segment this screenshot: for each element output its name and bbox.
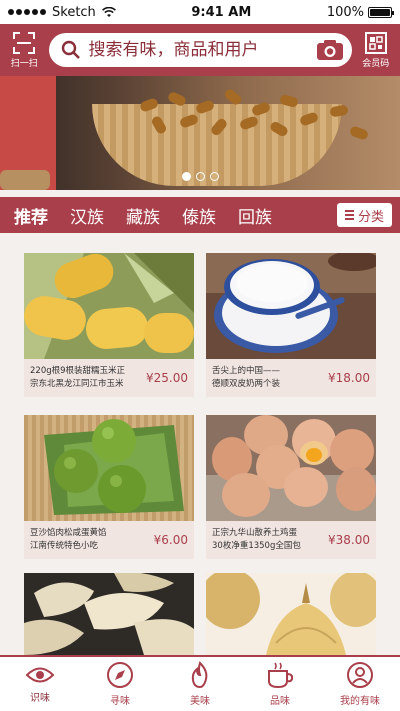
wifi-icon	[101, 6, 116, 17]
qrcode-icon	[364, 31, 387, 54]
raisin-image	[348, 125, 370, 141]
product-image-dried-figs	[206, 573, 376, 655]
tabbar-item-seek[interactable]: 寻味	[80, 661, 160, 707]
product-info: 220g根9根装甜糯玉米正 宗东北黑龙江同江市玉米 ¥25.00	[24, 359, 194, 397]
tabbar-item-taste[interactable]: 品味	[240, 661, 320, 707]
product-title-line2: 30枚净重1350g全国包	[212, 541, 301, 551]
product-price: ¥18.00	[328, 371, 370, 385]
product-info: 正宗九华山散养土鸡蛋 30枚净重1350g全国包 ¥38.00	[206, 521, 376, 559]
status-time: 9:41 AM	[191, 4, 252, 20]
battery-indicator: 100%	[326, 4, 394, 20]
tabbar-label: 美味	[190, 696, 210, 707]
product-title-line2: 宗东北黑龙江同江市玉米	[30, 379, 124, 389]
pager-dot-1[interactable]	[182, 172, 191, 181]
tabbar-label: 品味	[270, 696, 290, 707]
category-label: 分类	[357, 209, 384, 225]
product-card[interactable]	[206, 573, 376, 655]
product-image-green-rice-ball	[24, 415, 194, 521]
product-card[interactable]: 220g根9根装甜糯玉米正 宗东北黑龙江同江市玉米 ¥25.00	[24, 253, 194, 397]
pager-dot-2[interactable]	[196, 172, 205, 181]
battery-icon	[368, 6, 394, 18]
ethnic-tabs: 推荐 汉族 藏族 傣族 回族 分类	[0, 197, 400, 233]
carrier-name: Sketch	[52, 4, 96, 20]
tabbar-label: 寻味	[110, 696, 130, 707]
product-description: 豆沙馅肉松咸蛋黄馅 江南传统特色小吃	[30, 527, 154, 553]
cup-icon	[268, 662, 294, 689]
status-left: Sketch	[8, 5, 116, 20]
scan-label: 扫一扫	[10, 58, 38, 69]
product-title-line1: 舌尖上的中国——	[212, 366, 281, 376]
product-description: 220g根9根装甜糯玉米正 宗东北黑龙江同江市玉米	[30, 365, 146, 391]
tab-han[interactable]: 汉族	[70, 203, 104, 228]
product-price: ¥25.00	[146, 371, 188, 385]
tab-recommend[interactable]: 推荐	[14, 203, 48, 228]
banner-small-basket	[0, 170, 50, 190]
pager-dot-3[interactable]	[210, 172, 219, 181]
battery-percent: 100%	[326, 4, 364, 20]
tabbar-item-my-profile[interactable]: 我的有味	[320, 661, 400, 707]
product-description: 舌尖上的中国—— 德顺双皮奶两个装	[212, 365, 328, 391]
search-input[interactable]	[88, 40, 308, 60]
banner-pager[interactable]	[182, 172, 219, 181]
product-title-line2: 德顺双皮奶两个装	[212, 379, 281, 389]
signal-icon	[8, 9, 46, 15]
tab-tibetan[interactable]: 藏族	[126, 203, 160, 228]
scan-button[interactable]: 扫一扫	[8, 31, 41, 69]
raisin-image	[329, 104, 349, 118]
tabbar-item-delicious[interactable]: 美味	[160, 661, 240, 707]
product-image-corn	[24, 253, 194, 359]
search-icon	[61, 40, 80, 59]
product-info: 舌尖上的中国—— 德顺双皮奶两个装 ¥18.00	[206, 359, 376, 397]
product-card[interactable]: 豆沙馅肉松咸蛋黄馅 江南传统特色小吃 ¥6.00	[24, 415, 194, 559]
tabbar-label: 识味	[30, 693, 50, 704]
product-card[interactable]: 舌尖上的中国—— 德顺双皮奶两个装 ¥18.00	[206, 253, 376, 397]
status-bar: Sketch 9:41 AM 100%	[0, 0, 400, 24]
flame-icon	[191, 661, 208, 689]
compass-icon	[107, 662, 133, 688]
product-price: ¥38.00	[328, 533, 370, 547]
scan-icon	[13, 31, 36, 54]
product-title-line1: 220g根9根装甜糯玉米正	[30, 366, 126, 376]
product-card[interactable]	[24, 573, 194, 655]
tab-hui[interactable]: 回族	[238, 203, 272, 228]
tab-dai[interactable]: 傣族	[182, 203, 216, 228]
product-title-line2: 江南传统特色小吃	[30, 541, 99, 551]
product-image-dried-slices	[24, 573, 194, 655]
product-price: ¥6.00	[153, 533, 188, 547]
bottom-tab-bar: 识味 寻味 美味 品味 我的有味	[0, 655, 400, 711]
product-title-line1: 豆沙馅肉松咸蛋黄馅	[30, 528, 107, 538]
menu-icon	[344, 210, 354, 220]
category-button[interactable]: 分类	[336, 203, 392, 227]
app-header: 扫一扫 会员码	[0, 24, 400, 76]
product-info: 豆沙馅肉松咸蛋黄馅 江南传统特色小吃 ¥6.00	[24, 521, 194, 559]
tabbar-label: 我的有味	[340, 696, 380, 707]
camera-icon[interactable]	[316, 39, 344, 61]
product-description: 正宗九华山散养土鸡蛋 30枚净重1350g全国包	[212, 527, 328, 553]
member-code-button[interactable]: 会员码	[360, 31, 393, 69]
eye-icon	[25, 667, 55, 683]
product-image-milk-pudding	[206, 253, 376, 359]
product-image-eggs	[206, 415, 376, 521]
user-icon	[347, 662, 373, 688]
search-bar[interactable]	[48, 33, 352, 67]
member-code-label: 会员码	[362, 58, 390, 69]
tabbar-item-identify[interactable]: 识味	[0, 664, 80, 704]
product-title-line1: 正宗九华山散养土鸡蛋	[212, 528, 298, 538]
product-card[interactable]: 正宗九华山散养土鸡蛋 30枚净重1350g全国包 ¥38.00	[206, 415, 376, 559]
